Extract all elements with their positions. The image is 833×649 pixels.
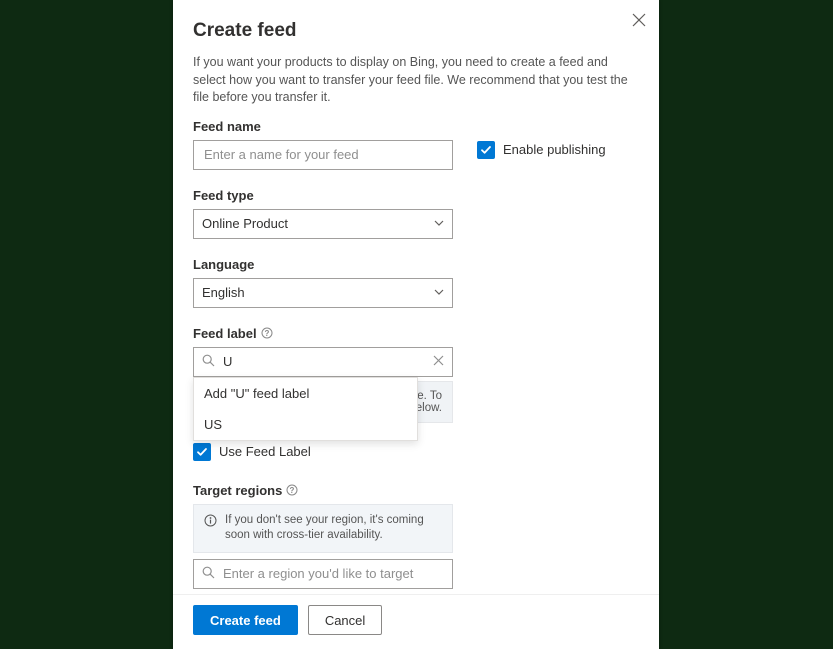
feed-name-input-wrap: [193, 140, 453, 170]
chevron-down-icon: [434, 216, 444, 231]
language-label: Language: [193, 257, 639, 272]
feed-label-combobox[interactable]: [193, 347, 453, 377]
use-feed-label-label: Use Feed Label: [219, 444, 311, 459]
target-regions-info: If you don't see your region, it's comin…: [193, 504, 453, 553]
feed-label-dropdown: Add "U" feed label US: [193, 377, 418, 441]
enable-publishing-label: Enable publishing: [503, 142, 606, 157]
feed-type-select[interactable]: Online Product: [193, 209, 453, 239]
feed-label-input[interactable]: [221, 353, 433, 370]
cancel-button[interactable]: Cancel: [308, 605, 382, 635]
info-icon: [204, 514, 217, 544]
svg-text:?: ?: [290, 486, 295, 495]
target-regions-label: Target regions ?: [193, 483, 639, 498]
target-regions-input[interactable]: [221, 565, 444, 582]
hint-line-1: e. To: [417, 390, 442, 402]
enable-publishing-checkbox[interactable]: [477, 141, 495, 159]
search-icon: [202, 566, 215, 582]
feed-name-input[interactable]: [202, 146, 444, 163]
language-select[interactable]: English: [193, 278, 453, 308]
target-regions-text: Target regions: [193, 483, 282, 498]
panel-footer: Create feed Cancel: [173, 594, 659, 649]
chevron-down-icon: [434, 285, 444, 300]
feed-type-value: Online Product: [202, 216, 288, 231]
dropdown-match-option[interactable]: US: [194, 409, 417, 440]
hint-line-2: elow.: [416, 402, 442, 414]
help-icon[interactable]: ?: [261, 327, 273, 339]
feed-label-text: Feed label: [193, 326, 257, 341]
clear-icon[interactable]: [433, 354, 444, 369]
target-regions-input-wrap: [193, 559, 453, 589]
create-feed-panel: Create feed If you want your products to…: [173, 0, 659, 649]
use-feed-label-checkbox[interactable]: [193, 443, 211, 461]
feed-label-label: Feed label ?: [193, 326, 639, 341]
help-icon[interactable]: ?: [286, 484, 298, 496]
panel-title: Create feed: [193, 20, 639, 42]
search-icon: [202, 354, 215, 370]
panel-description: If you want your products to display on …: [193, 54, 639, 107]
feed-type-label: Feed type: [193, 188, 639, 203]
language-value: English: [202, 285, 245, 300]
create-feed-button[interactable]: Create feed: [193, 605, 298, 635]
dropdown-add-option[interactable]: Add "U" feed label: [194, 378, 417, 409]
svg-text:?: ?: [264, 329, 269, 338]
target-regions-info-text: If you don't see your region, it's comin…: [225, 513, 442, 544]
feed-name-label: Feed name: [193, 119, 453, 134]
